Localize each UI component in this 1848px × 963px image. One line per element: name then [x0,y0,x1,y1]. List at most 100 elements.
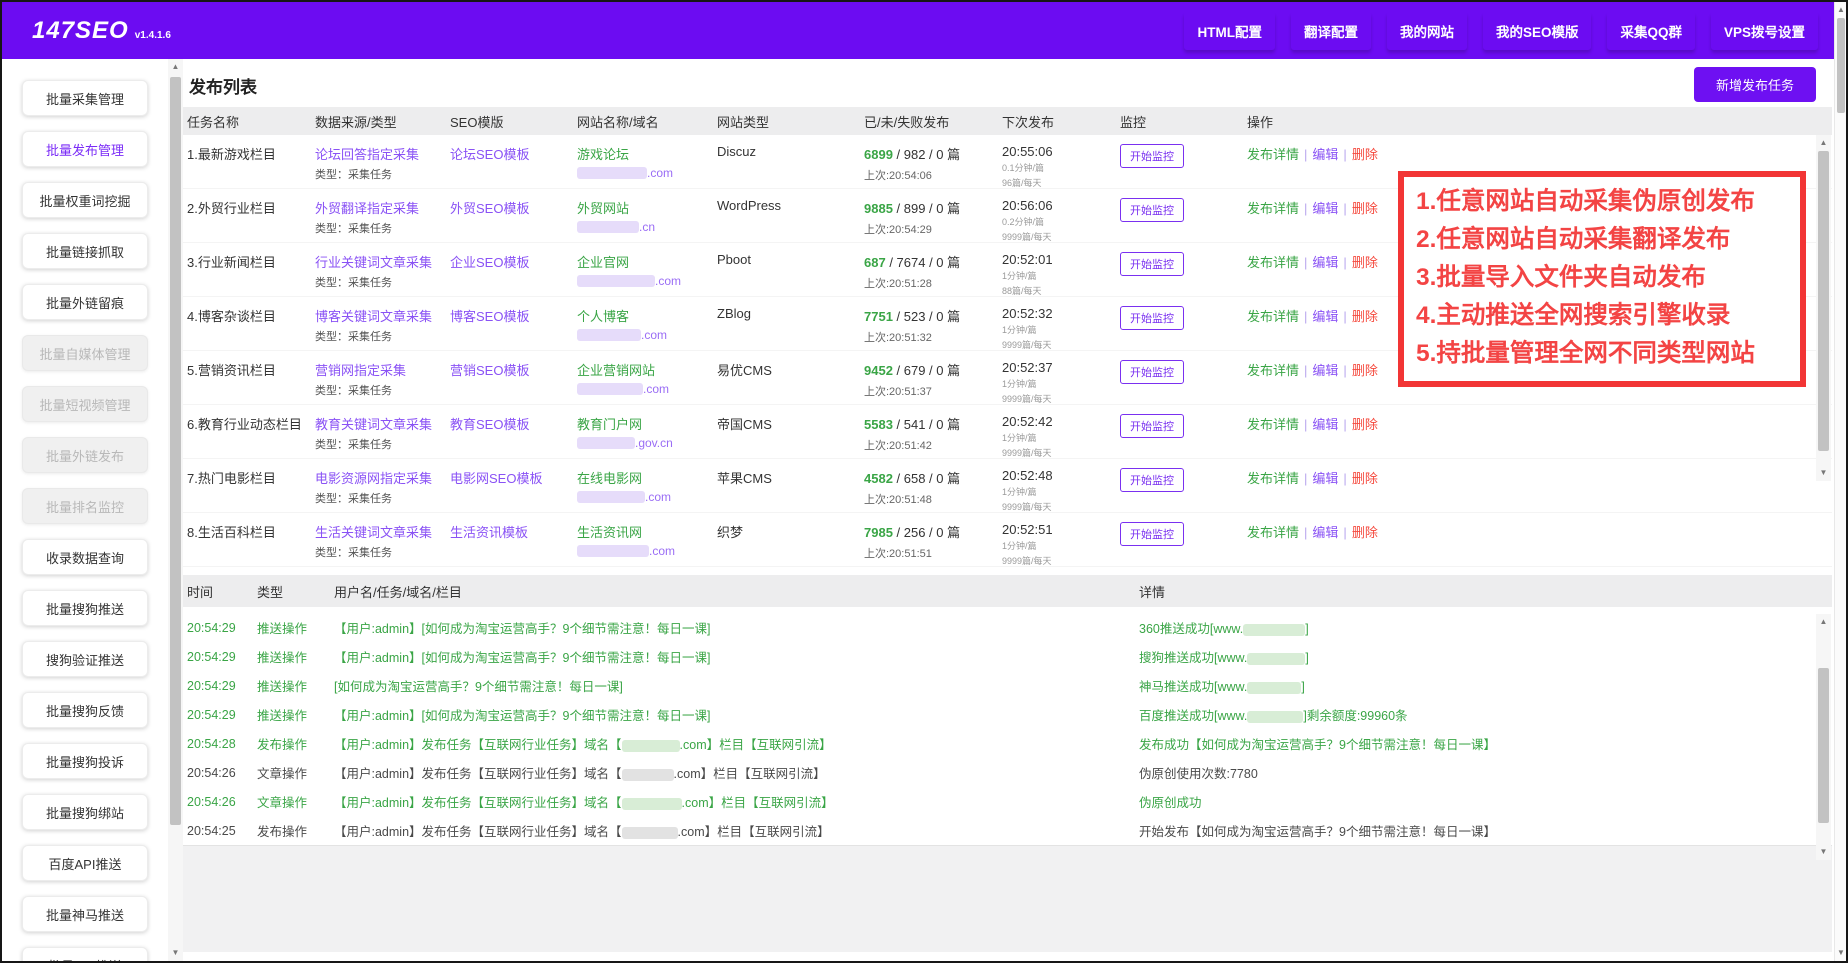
edit-link[interactable]: 编辑 [1312,417,1338,432]
log-type: 文章操作 [257,763,334,782]
log-list-scrollbar[interactable]: ▲ ▼ [1816,614,1831,860]
task-source-link[interactable]: 外贸翻译指定采集 [315,198,450,217]
sidebar-item[interactable]: 百度API推送 [22,845,148,881]
log-type: 推送操作 [257,676,334,695]
log-detail-text: ] [1301,680,1304,694]
start-monitor-button[interactable]: 开始监控 [1120,252,1184,276]
delete-link[interactable]: 删除 [1352,417,1378,432]
scroll-down-icon[interactable]: ▼ [1835,947,1847,959]
sidebar-item[interactable]: 批量360推送 [22,947,148,963]
sidebar-scrollbar[interactable]: ▲ ▼ [168,59,183,961]
sidebar-item[interactable]: 批量发布管理 [22,131,148,167]
start-monitor-button[interactable]: 开始监控 [1120,306,1184,330]
sidebar-item[interactable]: 批量外链留痕 [22,284,148,320]
seo-template-link[interactable]: 企业SEO模板 [450,255,529,270]
edit-link[interactable]: 编辑 [1312,363,1338,378]
sidebar-item[interactable]: 收录数据查询 [22,539,148,575]
task-source-link[interactable]: 生活关键词文章采集 [315,522,450,541]
sidebar-item[interactable]: 批量神马推送 [22,896,148,932]
seo-template-link[interactable]: 电影网SEO模板 [450,471,542,486]
publish-detail-link[interactable]: 发布详情 [1247,363,1299,378]
start-monitor-button[interactable]: 开始监控 [1120,144,1184,168]
delete-link[interactable]: 删除 [1352,255,1378,270]
sidebar-item[interactable]: 批量搜狗投诉 [22,743,148,779]
nav-item[interactable]: VPS拨号设置 [1711,12,1818,50]
scrollbar-thumb[interactable] [1818,668,1829,823]
seo-template-link[interactable]: 博客SEO模板 [450,309,529,324]
start-monitor-button[interactable]: 开始监控 [1120,198,1184,222]
edit-link[interactable]: 编辑 [1312,471,1338,486]
sidebar-item[interactable]: 批量链接抓取 [22,233,148,269]
edit-link[interactable]: 编辑 [1312,525,1338,540]
column-header: 下次发布 [1002,112,1120,131]
edit-link[interactable]: 编辑 [1312,255,1338,270]
scrollbar-thumb[interactable] [1837,18,1845,113]
nav-item[interactable]: 我的网站 [1387,12,1467,50]
scroll-up-icon[interactable]: ▲ [168,61,183,73]
sidebar-item[interactable]: 批量采集管理 [22,80,148,116]
log-type: 推送操作 [257,618,334,637]
publish-detail-link[interactable]: 发布详情 [1247,255,1299,270]
seo-template-link[interactable]: 论坛SEO模板 [450,147,529,162]
task-source-link[interactable]: 论坛回答指定采集 [315,144,450,163]
window-scrollbar[interactable]: ▲ ▼ [1834,2,1847,961]
task-source-link[interactable]: 教育关键词文章采集 [315,414,450,433]
pending-failed-count: / 679 / 0 篇 [893,363,960,378]
task-list-scrollbar[interactable]: ▲ ▼ [1816,135,1831,481]
title-bar: 发布列表 新增发布任务 [183,59,1832,107]
nav-item[interactable]: 翻译配置 [1291,12,1371,50]
publish-detail-link[interactable]: 发布详情 [1247,309,1299,324]
sidebar-item[interactable]: 批量外链发布 [22,437,148,473]
nav-item[interactable]: HTML配置 [1184,12,1275,50]
publish-detail-link[interactable]: 发布详情 [1247,147,1299,162]
scroll-up-icon[interactable]: ▲ [1835,4,1847,16]
sidebar-item[interactable]: 批量搜狗推送 [22,590,148,626]
sidebar-item[interactable]: 批量搜狗反馈 [22,692,148,728]
scroll-up-icon[interactable]: ▲ [1816,137,1831,149]
publish-detail-link[interactable]: 发布详情 [1247,471,1299,486]
scroll-down-icon[interactable]: ▼ [168,947,183,959]
start-monitor-button[interactable]: 开始监控 [1120,522,1184,546]
seo-template-link[interactable]: 外贸SEO模板 [450,201,529,216]
daily-limit: 9999篇/每天 [1002,392,1120,405]
scroll-up-icon[interactable]: ▲ [1816,616,1831,628]
scrollbar-thumb[interactable] [170,77,181,825]
delete-link[interactable]: 删除 [1352,201,1378,216]
seo-template-link[interactable]: 教育SEO模板 [450,417,529,432]
delete-link[interactable]: 删除 [1352,147,1378,162]
publish-detail-link[interactable]: 发布详情 [1247,417,1299,432]
sidebar-item[interactable]: 批量短视频管理 [22,386,148,422]
delete-link[interactable]: 删除 [1352,309,1378,324]
publish-detail-link[interactable]: 发布详情 [1247,201,1299,216]
seo-template-link[interactable]: 生活资讯模板 [450,525,528,540]
task-source-link[interactable]: 行业关键词文章采集 [315,252,450,271]
published-count: 5583 [864,417,893,432]
scrollbar-thumb[interactable] [1818,151,1829,451]
edit-link[interactable]: 编辑 [1312,309,1338,324]
delete-link[interactable]: 删除 [1352,363,1378,378]
nav-item[interactable]: 采集QQ群 [1607,12,1695,50]
start-monitor-button[interactable]: 开始监控 [1120,414,1184,438]
start-monitor-button[interactable]: 开始监控 [1120,468,1184,492]
delete-link[interactable]: 删除 [1352,471,1378,486]
sidebar-item[interactable]: 搜狗验证推送 [22,641,148,677]
task-source-link[interactable]: 电影资源网指定采集 [315,468,450,487]
publish-detail-link[interactable]: 发布详情 [1247,525,1299,540]
blurred-text [622,740,680,752]
sidebar-item[interactable]: 批量自媒体管理 [22,335,148,371]
start-monitor-button[interactable]: 开始监控 [1120,360,1184,384]
task-source-link[interactable]: 营销网指定采集 [315,360,450,379]
edit-link[interactable]: 编辑 [1312,201,1338,216]
sidebar-item[interactable]: 批量排名监控 [22,488,148,524]
sidebar-item[interactable]: 批量权重词挖掘 [22,182,148,218]
sidebar-item[interactable]: 批量搜狗绑站 [22,794,148,830]
task-source-link[interactable]: 博客关键词文章采集 [315,306,450,325]
edit-link[interactable]: 编辑 [1312,147,1338,162]
seo-template-cell: 电影网SEO模板 [450,468,577,487]
scroll-down-icon[interactable]: ▼ [1816,846,1831,858]
scroll-down-icon[interactable]: ▼ [1816,467,1831,479]
delete-link[interactable]: 删除 [1352,525,1378,540]
nav-item[interactable]: 我的SEO模版 [1483,12,1592,50]
add-publish-task-button[interactable]: 新增发布任务 [1694,67,1816,102]
seo-template-link[interactable]: 营销SEO模板 [450,363,529,378]
